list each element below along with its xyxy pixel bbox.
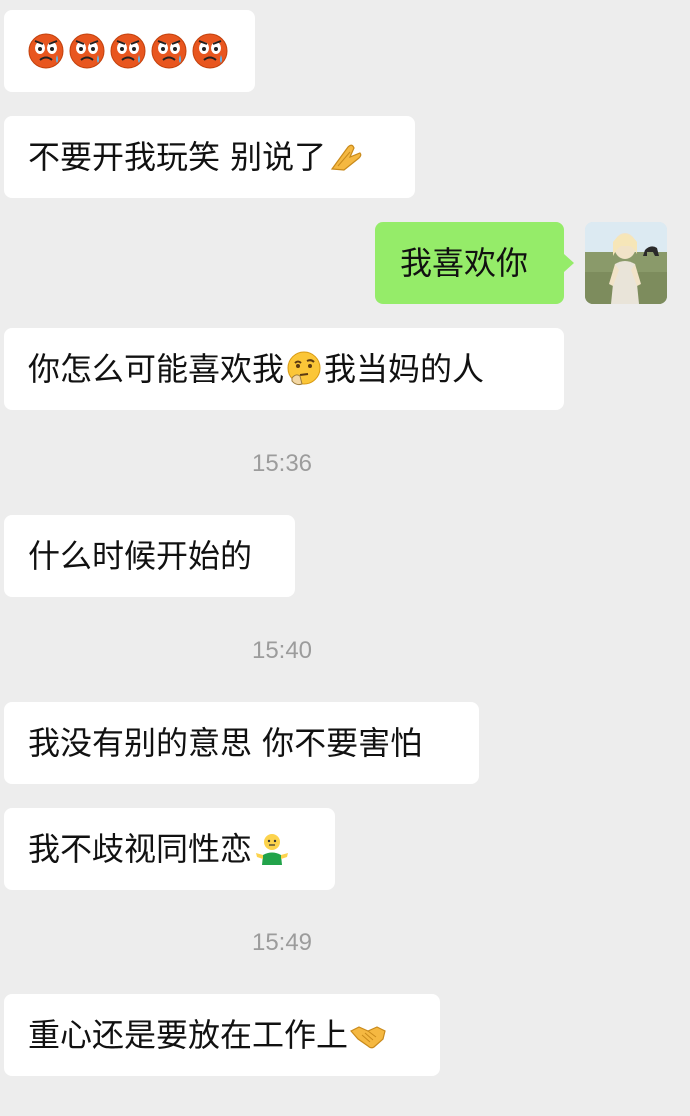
message-bubble-received[interactable]: 重心还是要放在工作上 [4,994,440,1076]
message-text: 不要开我玩笑 别说了 [28,138,327,176]
timestamp: 15:49 [251,929,313,956]
message-bubble-received[interactable]: 我不歧视同性恋 [4,808,335,890]
timestamp: 15:40 [251,637,313,664]
shrug-person-icon [254,831,290,867]
message-text: 什么时候开始的 [28,537,253,575]
handshake-icon [350,1017,386,1053]
message-text-after: 我当妈的人 [324,350,485,388]
weary-face-icon [110,33,146,69]
user-avatar[interactable] [585,222,667,304]
message-text: 我不歧视同性恋 [28,830,253,868]
weary-face-icon [192,33,228,69]
weary-face-icon [69,33,105,69]
weary-face-icon [28,33,64,69]
message-bubble-received[interactable] [4,10,255,92]
folded-hands-icon [328,139,364,175]
thinking-face-icon [286,351,322,387]
message-bubble-received[interactable]: 什么时候开始的 [4,515,295,597]
message-text-before: 你怎么可能喜欢我 [28,350,285,388]
message-bubble-received[interactable]: 你怎么可能喜欢我 我当妈的人 [4,328,564,410]
message-text: 我喜欢你 [400,244,529,282]
message-text: 重心还是要放在工作上 [28,1016,349,1054]
message-bubble-sent[interactable]: 我喜欢你 [375,222,574,304]
timestamp: 15:36 [251,450,313,477]
weary-face-icon [151,33,187,69]
message-bubble-received[interactable]: 我没有别的意思 你不要害怕 [4,702,479,784]
message-text: 我没有别的意思 你不要害怕 [28,724,423,762]
emoji-row [28,33,228,69]
message-bubble-received[interactable]: 不要开我玩笑 别说了 [4,116,415,198]
